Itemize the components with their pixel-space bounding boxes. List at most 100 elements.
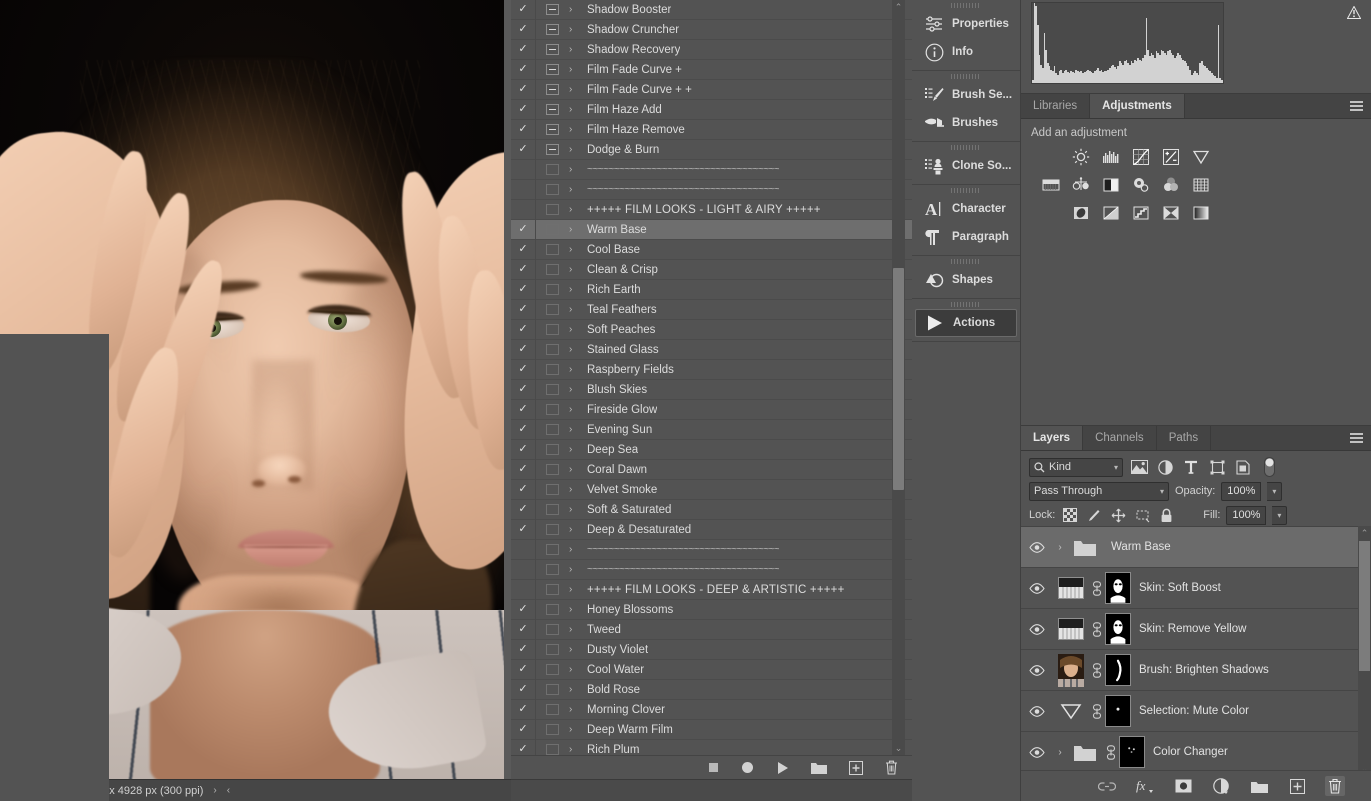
dock-drag-handle[interactable] <box>912 256 1020 266</box>
dock-item-brushes[interactable]: Brushes <box>915 109 1017 137</box>
action-row[interactable]: ✓›Shadow Cruncher <box>511 20 912 40</box>
action-dialog-toggle[interactable] <box>535 424 569 435</box>
action-dialog-toggle[interactable] <box>535 404 569 415</box>
disclosure-triangle-icon[interactable]: › <box>569 744 587 755</box>
action-row[interactable]: ✓›Film Fade Curve + + <box>511 80 912 100</box>
vibrance-icon[interactable] <box>1191 147 1211 166</box>
disclosure-triangle-icon[interactable]: › <box>569 684 587 695</box>
curves-thumb-icon[interactable] <box>1053 618 1089 640</box>
action-dialog-toggle[interactable] <box>535 184 569 195</box>
layer-name[interactable]: Warm Base <box>1111 541 1171 553</box>
action-enable-checkbox[interactable]: ✓ <box>511 244 535 255</box>
action-dialog-toggle[interactable] <box>535 464 569 475</box>
action-enable-checkbox[interactable]: ✓ <box>511 604 535 615</box>
action-dialog-toggle[interactable] <box>535 304 569 315</box>
selective-color-icon[interactable] <box>1161 203 1181 222</box>
action-enable-checkbox[interactable]: ✓ <box>511 624 535 635</box>
eye-icon[interactable] <box>1021 583 1053 594</box>
dock-item-properties[interactable]: Properties <box>915 10 1017 38</box>
action-enable-checkbox[interactable]: ✓ <box>511 484 535 495</box>
scroll-up-icon[interactable]: ⌃ <box>892 0 905 14</box>
action-row[interactable]: ✓›Cool Base <box>511 240 912 260</box>
action-enable-checkbox[interactable]: ✓ <box>511 384 535 395</box>
lock-all-icon[interactable] <box>1157 506 1175 524</box>
disclosure-triangle-icon[interactable]: › <box>569 464 587 475</box>
layer-name[interactable]: Skin: Remove Yellow <box>1139 623 1246 635</box>
folder-icon[interactable] <box>1067 539 1103 556</box>
action-dialog-toggle[interactable] <box>535 744 569 755</box>
disclosure-triangle-icon[interactable]: › <box>569 524 587 535</box>
action-enable-checkbox[interactable]: ✓ <box>511 84 535 95</box>
action-row[interactable]: ✓›Coral Dawn <box>511 460 912 480</box>
layer-mask-thumbnail[interactable] <box>1105 654 1131 686</box>
layer-kind-select[interactable]: Kind ▾ <box>1029 458 1123 477</box>
action-row[interactable]: ✓›Soft & Saturated <box>511 500 912 520</box>
link-icon[interactable] <box>1103 745 1119 760</box>
layers-panel-menu-icon[interactable] <box>1350 433 1363 444</box>
group-disclosure-icon[interactable]: › <box>1053 542 1067 553</box>
brightness-contrast-icon[interactable] <box>1071 147 1091 166</box>
action-dialog-toggle[interactable] <box>535 384 569 395</box>
layers-list[interactable]: › Warm Base Skin: Soft Boost Skin: Remove Y… <box>1021 526 1371 776</box>
action-row[interactable]: ✓›Deep & Desaturated <box>511 520 912 540</box>
dock-drag-handle[interactable] <box>912 0 1020 10</box>
chevron-down-icon[interactable]: ▾ <box>1114 463 1118 472</box>
opacity-slider-toggle[interactable]: ▾ <box>1267 482 1282 501</box>
action-dialog-toggle[interactable] <box>535 64 569 75</box>
layer-mask-thumbnail[interactable] <box>1105 695 1131 727</box>
fill-slider-toggle[interactable]: ▾ <box>1272 506 1287 525</box>
action-dialog-toggle[interactable] <box>535 684 569 695</box>
layer-row[interactable]: › Warm Base <box>1021 527 1371 568</box>
action-dialog-toggle[interactable] <box>535 224 569 235</box>
dock-item-actions[interactable]: Actions <box>915 309 1017 337</box>
action-dialog-toggle[interactable] <box>535 44 569 55</box>
action-dialog-toggle[interactable] <box>535 24 569 35</box>
black-white-icon[interactable] <box>1101 175 1121 194</box>
action-row[interactable]: ✓›Deep Warm Film <box>511 720 912 740</box>
action-dialog-toggle[interactable] <box>535 524 569 535</box>
disclosure-triangle-icon[interactable]: › <box>569 144 587 155</box>
action-row[interactable]: ✓›Clean & Crisp <box>511 260 912 280</box>
action-dialog-toggle[interactable] <box>535 604 569 615</box>
action-row[interactable]: ✓›Stained Glass <box>511 340 912 360</box>
layer-style-fx-icon[interactable]: fx <box>1135 776 1155 796</box>
disclosure-triangle-icon[interactable]: › <box>569 384 587 395</box>
layer-name[interactable]: Skin: Soft Boost <box>1139 582 1221 594</box>
layer-mask-thumbnail[interactable] <box>1105 572 1131 604</box>
dock-item-info[interactable]: Info <box>915 38 1017 66</box>
action-dialog-toggle[interactable] <box>535 664 569 675</box>
disclosure-triangle-icon[interactable]: › <box>569 184 587 195</box>
stop-icon[interactable] <box>708 762 719 773</box>
action-row[interactable]: ✓›Dusty Violet <box>511 640 912 660</box>
dock-item-brush-se[interactable]: Brush Se... <box>915 81 1017 109</box>
action-enable-checkbox[interactable]: ✓ <box>511 264 535 275</box>
curves-thumb-icon[interactable] <box>1053 577 1089 599</box>
action-enable-checkbox[interactable]: ✓ <box>511 704 535 715</box>
dock-item-character[interactable]: ACharacter <box>915 195 1017 223</box>
action-enable-checkbox[interactable]: ✓ <box>511 644 535 655</box>
filter-toggle-icon[interactable] <box>1259 458 1279 476</box>
link-icon[interactable] <box>1089 704 1105 719</box>
action-enable-checkbox[interactable]: ✓ <box>511 444 535 455</box>
action-row[interactable]: ✓›Rich Earth <box>511 280 912 300</box>
status-collapse-icon[interactable]: ‹ <box>227 785 230 796</box>
blend-mode-select[interactable]: Pass Through ▾ <box>1029 482 1169 501</box>
action-enable-checkbox[interactable]: ✓ <box>511 524 535 535</box>
disclosure-triangle-icon[interactable]: › <box>569 64 587 75</box>
hue-saturation-icon[interactable] <box>1041 175 1061 194</box>
disclosure-triangle-icon[interactable]: › <box>569 584 587 595</box>
action-enable-checkbox[interactable]: ✓ <box>511 224 535 235</box>
folder-icon[interactable] <box>1067 744 1103 761</box>
type-layer-filter-icon[interactable] <box>1181 458 1201 476</box>
delete-icon[interactable] <box>885 760 898 775</box>
disclosure-triangle-icon[interactable]: › <box>569 364 587 375</box>
action-row[interactable]: ›+++++ FILM LOOKS - LIGHT & AIRY +++++ <box>511 200 912 220</box>
adjustment-layer-filter-icon[interactable] <box>1155 458 1175 476</box>
action-enable-checkbox[interactable]: ✓ <box>511 284 535 295</box>
action-dialog-toggle[interactable] <box>535 104 569 115</box>
color-balance-icon[interactable] <box>1071 175 1091 194</box>
disclosure-triangle-icon[interactable]: › <box>569 284 587 295</box>
action-dialog-toggle[interactable] <box>535 724 569 735</box>
play-icon[interactable] <box>776 761 789 775</box>
action-row[interactable]: ✓›Honey Blossoms <box>511 600 912 620</box>
